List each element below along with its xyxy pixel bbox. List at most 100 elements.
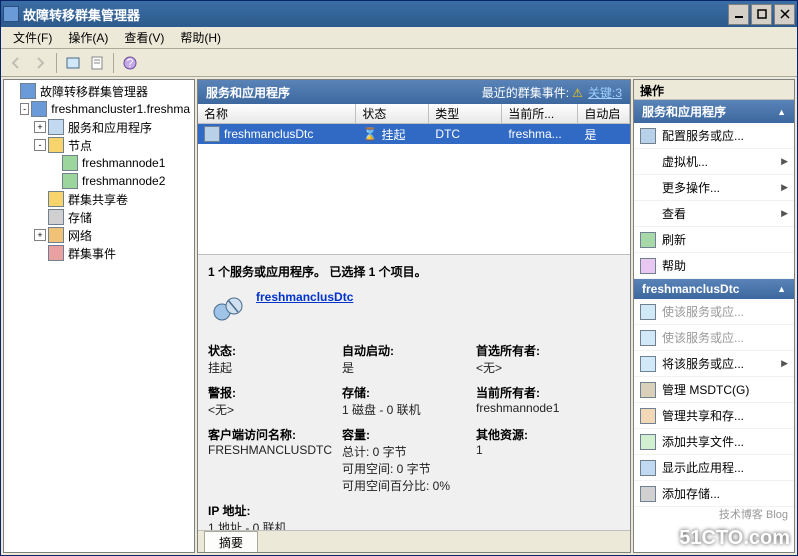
action-move[interactable]: 将该服务或应... ▶ — [634, 351, 794, 377]
chevron-up-icon: ▲ — [777, 107, 786, 117]
alert-label: 警报: — [208, 384, 338, 401]
action-take-offline[interactable]: 使该服务或应... — [634, 325, 794, 351]
section2-label: freshmanclusDtc — [642, 282, 739, 296]
close-button[interactable] — [774, 4, 795, 25]
maximize-button[interactable] — [751, 4, 772, 25]
tree-events[interactable]: 群集事件 — [6, 244, 192, 262]
tree-cluster-label: freshmancluster1.freshma — [49, 101, 192, 117]
detail-title-link[interactable]: freshmanclusDtc — [256, 290, 353, 304]
tree-node2[interactable]: freshmannode2 — [6, 172, 192, 190]
action-bring-online[interactable]: 使该服务或应... — [634, 299, 794, 325]
blank-icon — [640, 206, 656, 222]
actions-header: 操作 — [634, 80, 794, 100]
action-msdtc[interactable]: 管理 MSDTC(G) — [634, 377, 794, 403]
services-icon — [48, 119, 64, 135]
action-manage-share[interactable]: 管理共享和存... — [634, 403, 794, 429]
expander-icon[interactable]: - — [34, 139, 46, 151]
recent-events-label: 最近的群集事件: — [482, 86, 569, 100]
curr-owner-label: 当前所有者: — [476, 384, 606, 401]
menu-file[interactable]: 文件(F) — [5, 27, 60, 48]
row-type: DTC — [429, 127, 502, 141]
status-hourglass-icon: ⌛ — [363, 127, 378, 141]
tab-bar: 摘要 — [198, 530, 630, 552]
tree-services-apps[interactable]: + 服务和应用程序 — [6, 118, 192, 136]
toolbar-properties-button[interactable] — [86, 52, 108, 74]
action-add-storage-label: 添加存储... — [662, 485, 720, 502]
msdtc-icon — [640, 382, 656, 398]
nav-forward-button[interactable] — [29, 52, 51, 74]
app-window: 故障转移群集管理器 文件(F) 操作(A) 查看(V) 帮助(H) ? 故障转移… — [0, 0, 798, 556]
action-add-share-label: 添加共享文件... — [662, 433, 744, 450]
list-header: 名称 状态 类型 当前所... 自动启 — [198, 104, 630, 124]
menu-action[interactable]: 操作(A) — [60, 27, 116, 48]
action-move-label: 将该服务或应... — [662, 355, 744, 372]
actions-section-services[interactable]: 服务和应用程序 ▲ — [634, 100, 794, 123]
column-auto[interactable]: 自动启 — [578, 104, 630, 123]
action-take-offline-label: 使该服务或应... — [662, 329, 744, 346]
svg-text:?: ? — [127, 56, 134, 70]
toolbar-console-button[interactable] — [62, 52, 84, 74]
capacity-pct: 可用空间百分比: 0% — [342, 477, 472, 494]
ip-label: IP 地址: — [208, 502, 338, 519]
column-owner[interactable]: 当前所... — [502, 104, 578, 123]
events-icon — [48, 245, 64, 261]
auto-value: 是 — [342, 359, 472, 376]
tree-networks[interactable]: + 网络 — [6, 226, 192, 244]
minimize-button[interactable] — [728, 4, 749, 25]
submenu-arrow-icon: ▶ — [781, 182, 788, 193]
action-configure-label: 配置服务或应... — [662, 127, 744, 144]
action-configure[interactable]: 配置服务或应... — [634, 123, 794, 149]
expander-icon[interactable]: + — [34, 121, 46, 133]
column-type[interactable]: 类型 — [429, 104, 502, 123]
window-title: 故障转移群集管理器 — [23, 5, 726, 24]
menu-help[interactable]: 帮助(H) — [172, 27, 229, 48]
row-status: 挂起 — [381, 126, 405, 143]
add-share-icon — [640, 434, 656, 450]
tree-node1-label: freshmannode1 — [80, 155, 167, 171]
toolbar-separator — [56, 53, 57, 73]
recent-events-link[interactable]: 关键:3 — [588, 86, 622, 100]
tree-root-label: 故障转移群集管理器 — [38, 82, 150, 101]
toolbar-help-button[interactable]: ? — [119, 52, 141, 74]
tree-storage[interactable]: 存储 — [6, 208, 192, 226]
actions-section-selected[interactable]: freshmanclusDtc ▲ — [634, 279, 794, 299]
expander-icon[interactable]: + — [34, 229, 46, 241]
section1-label: 服务和应用程序 — [642, 103, 726, 120]
tab-summary[interactable]: 摘要 — [204, 531, 258, 553]
tree-cluster[interactable]: - freshmancluster1.freshma — [6, 100, 192, 118]
tree-csv-label: 群集共享卷 — [66, 190, 130, 209]
menu-view[interactable]: 查看(V) — [116, 27, 172, 48]
column-name[interactable]: 名称 — [198, 104, 356, 123]
expander-icon[interactable]: - — [20, 103, 29, 115]
tree-nodes-label: 节点 — [66, 136, 94, 155]
tree-root[interactable]: 故障转移群集管理器 — [6, 82, 192, 100]
pref-owner-value: <无> — [476, 359, 606, 376]
action-view[interactable]: 查看 ▶ — [634, 201, 794, 227]
tree-node1[interactable]: freshmannode1 — [6, 154, 192, 172]
action-show-events[interactable]: 显示此应用程... — [634, 455, 794, 481]
move-icon — [640, 356, 656, 372]
list-row-selected[interactable]: freshmanclusDtc ⌛ 挂起 DTC freshma... 是 — [198, 124, 630, 144]
cluster-icon — [31, 101, 47, 117]
client-value: FRESHMANCLUSDTC — [208, 443, 338, 457]
tree-services-label: 服务和应用程序 — [66, 118, 154, 137]
action-vm[interactable]: 虚拟机... ▶ — [634, 149, 794, 175]
chevron-up-icon: ▲ — [777, 284, 786, 294]
dtc-big-icon — [208, 290, 248, 330]
toolbar: ? — [1, 49, 797, 77]
nav-back-button[interactable] — [5, 52, 27, 74]
action-refresh[interactable]: 刷新 — [634, 227, 794, 253]
action-add-storage[interactable]: 添加存储... — [634, 481, 794, 507]
node-icon — [62, 155, 78, 171]
tree-nodes[interactable]: - 节点 — [6, 136, 192, 154]
other-res-label: 其他资源: — [476, 426, 606, 443]
row-name: freshmanclusDtc — [224, 127, 313, 141]
action-more[interactable]: 更多操作... ▶ — [634, 175, 794, 201]
tree-csv[interactable]: 群集共享卷 — [6, 190, 192, 208]
other-res-value: 1 — [476, 443, 606, 457]
action-help[interactable]: 帮助 — [634, 253, 794, 279]
action-add-share[interactable]: 添加共享文件... — [634, 429, 794, 455]
column-status[interactable]: 状态 — [356, 104, 429, 123]
folder-icon — [48, 191, 64, 207]
tree-networks-label: 网络 — [66, 226, 94, 245]
